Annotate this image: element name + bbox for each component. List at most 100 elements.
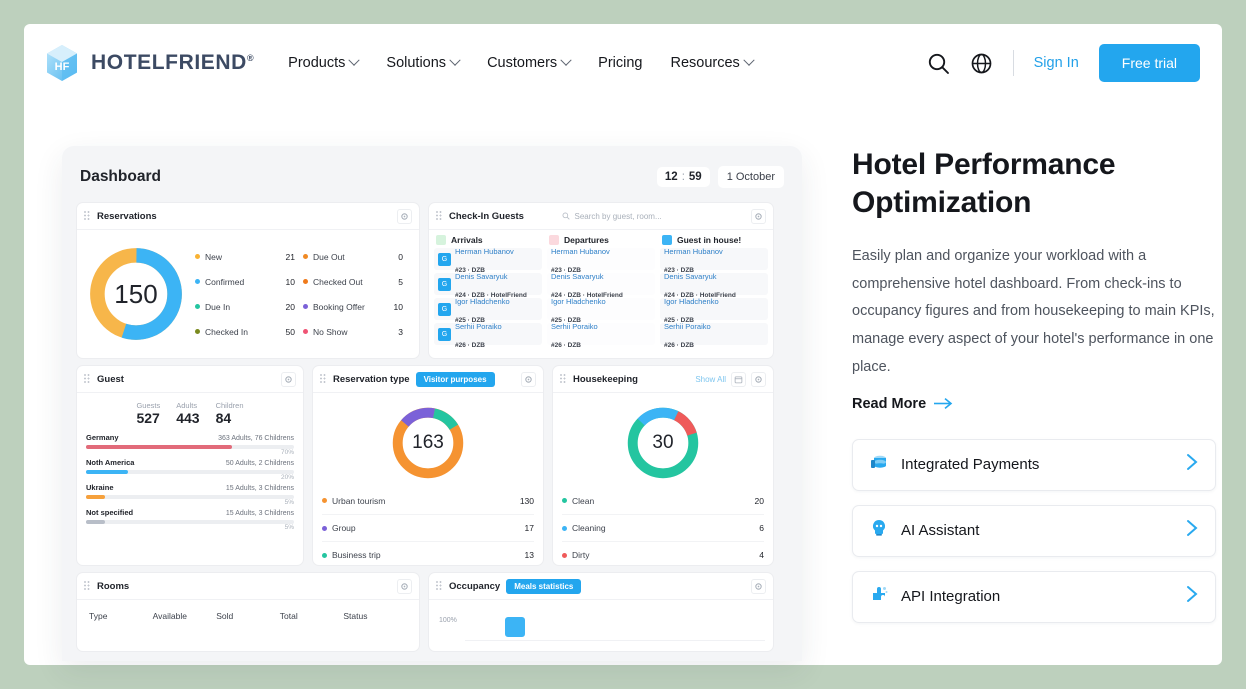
- legend-item: Booking Offer 10: [303, 294, 411, 319]
- legend-label: Checked Out: [313, 276, 363, 287]
- card-occupancy: Occupancy Meals statistics 100%: [428, 572, 774, 652]
- reservations-legend-left: New 21 Confirmed 10 Due In 20 Checked In…: [195, 244, 303, 344]
- progress-fill: [86, 495, 105, 499]
- legend-value: 17: [524, 523, 534, 533]
- feature-label: API Integration: [901, 588, 1001, 606]
- nav-item-customers[interactable]: Customers: [487, 54, 572, 71]
- gear-icon[interactable]: [281, 371, 296, 387]
- legend-value: 50: [285, 326, 295, 337]
- progress-fill: [86, 445, 232, 449]
- feature-link-ai-assistant[interactable]: AI Assistant: [852, 504, 1216, 557]
- guest-list-item[interactable]: G Serhii Poraiko #26 · DZB: [434, 322, 542, 349]
- legend-dot: [195, 279, 200, 284]
- search-placeholder: Search by guest, room...: [574, 211, 662, 221]
- guest-name: Igor Hladchenko: [551, 297, 606, 306]
- legend-item: Due In 20: [195, 294, 303, 319]
- chevron-right-icon: [1185, 585, 1199, 608]
- drag-handle-icon[interactable]: [84, 581, 91, 591]
- nav-item-solutions[interactable]: Solutions: [386, 54, 461, 71]
- gear-icon[interactable]: [521, 371, 536, 387]
- legend-label: No Show: [313, 326, 348, 337]
- reservation-type-donut-chart: 163: [313, 393, 543, 487]
- chevron-down-icon: [743, 54, 755, 66]
- guest-stats: Guests 527 Adults 443 Children 84: [77, 393, 303, 430]
- reservations-total: 150: [114, 278, 158, 309]
- progress-fill: [86, 520, 105, 524]
- calendar-icon[interactable]: [731, 371, 746, 387]
- stat-value: 84: [215, 410, 232, 426]
- card-title: Housekeeping: [573, 373, 638, 385]
- date-chip: 1 October: [717, 166, 784, 188]
- nav-item-products[interactable]: Products: [288, 54, 361, 71]
- guest-room: #26 · DZB: [455, 342, 485, 349]
- progress-track: 20%: [86, 470, 294, 481]
- drag-handle-icon[interactable]: [436, 581, 443, 591]
- read-more-link[interactable]: Read More: [852, 396, 953, 412]
- drag-handle-icon[interactable]: [436, 211, 443, 221]
- feature-label: AI Assistant: [901, 522, 980, 540]
- legend-item: Business trip 13: [322, 541, 534, 568]
- gear-icon[interactable]: [751, 578, 766, 594]
- card-header: Housekeeping Show All: [553, 366, 773, 393]
- gear-icon[interactable]: [751, 208, 766, 224]
- legend-dot: [562, 498, 567, 503]
- legend-value: 21: [285, 251, 295, 262]
- clock-widget: 12 : 59: [656, 167, 710, 187]
- occupancy-chart: 100%: [429, 600, 773, 648]
- nav-divider: [1012, 50, 1014, 76]
- stat-label: Guests: [136, 401, 161, 410]
- ai-assistant-icon: [869, 518, 889, 543]
- drag-handle-icon[interactable]: [560, 374, 567, 384]
- legend-dot: [195, 304, 200, 309]
- nav-item-resources[interactable]: Resources: [671, 54, 755, 71]
- reservations-legend-right: Due Out 0 Checked Out 5 Booking Offer 10…: [303, 244, 411, 344]
- brand-logo[interactable]: HF HOTELFRIEND®: [44, 43, 254, 83]
- guest-name: Denis Savaryuk: [551, 272, 604, 281]
- legend-label: New: [205, 251, 223, 262]
- tab-meals-statistics[interactable]: Meals statistics: [506, 578, 582, 594]
- card-header-actions: [751, 578, 766, 594]
- brand-trademark: ®: [246, 53, 255, 63]
- origin-name: Not specified: [86, 508, 134, 517]
- search-icon[interactable]: [927, 52, 950, 75]
- origin-percent: 5%: [284, 499, 294, 506]
- nav-item-pricing[interactable]: Pricing: [598, 55, 642, 71]
- nav-item-label: Customers: [487, 55, 558, 71]
- card-title: Reservation type: [333, 373, 410, 385]
- avatar: G: [438, 252, 451, 266]
- legend-item: Cleaning 6: [562, 514, 764, 541]
- housekeeping-donut-chart: 30: [553, 393, 773, 487]
- legend-value: 4: [759, 550, 764, 560]
- avatar: G: [438, 277, 451, 291]
- feature-link-integrated-payments[interactable]: Integrated Payments: [852, 438, 1216, 491]
- legend-item: Checked In 50: [195, 319, 303, 344]
- chevron-down-icon: [560, 54, 572, 66]
- globe-icon[interactable]: [970, 52, 993, 75]
- card-checkin-guests: Check-In Guests Search by guest, room...: [428, 202, 774, 359]
- show-all-link[interactable]: Show All: [695, 375, 726, 384]
- guest-search-input[interactable]: Search by guest, room...: [562, 212, 712, 221]
- gear-icon[interactable]: [397, 578, 412, 594]
- progress-fill: [86, 470, 128, 474]
- legend-item: New 21: [195, 244, 303, 269]
- drag-handle-icon[interactable]: [84, 211, 91, 221]
- gear-icon[interactable]: [751, 371, 766, 387]
- card-title: Occupancy: [449, 580, 501, 592]
- drag-handle-icon[interactable]: [320, 374, 327, 384]
- gear-icon[interactable]: [397, 208, 412, 224]
- reservations-body: 150 New 21 Confirmed 10 Due In 20 Checke…: [77, 230, 419, 358]
- stat-label: Children: [215, 401, 244, 410]
- rooms-table-header: Type Available Sold Total Status: [77, 600, 419, 621]
- legend-dot: [195, 329, 200, 334]
- free-trial-button[interactable]: Free trial: [1098, 44, 1200, 82]
- legend-dot: [322, 525, 327, 531]
- stat-value: 527: [136, 410, 160, 426]
- drag-handle-icon[interactable]: [84, 374, 91, 384]
- sign-in-link[interactable]: Sign In: [1034, 55, 1079, 71]
- tab-visitor-purposes[interactable]: Visitor purposes: [415, 371, 495, 387]
- feature-link-api-integration[interactable]: API Integration: [852, 570, 1216, 623]
- top-navigation: HF HOTELFRIEND® Products Solutions Custo…: [24, 24, 1222, 102]
- housekeeping-legend: Clean 20 Cleaning 6 Dirty 4: [553, 487, 773, 568]
- origin-detail: 15 Adults, 3 Childrens: [225, 485, 294, 492]
- card-guest: Guest Guests 527 Adults 443 Children 84 …: [76, 365, 304, 566]
